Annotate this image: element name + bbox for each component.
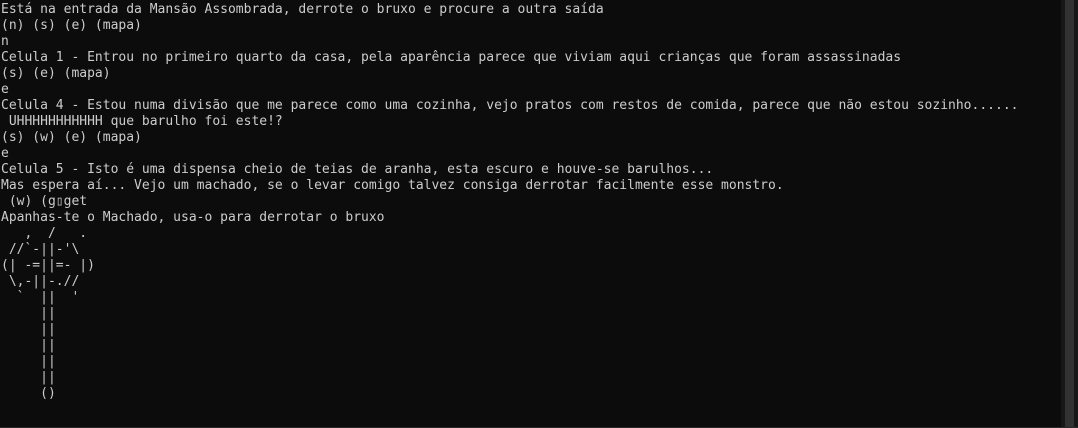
console-line: Mas espera aí... Vejo um machado, se o l… <box>1 178 784 193</box>
ascii-axe-line: \,-||-.// <box>1 274 80 289</box>
vertical-scrollbar[interactable] <box>1061 0 1078 428</box>
ascii-axe-line: || <box>1 322 56 337</box>
scrollbar-thumb[interactable] <box>1065 0 1074 428</box>
console-line: Celula 4 - Estou numa divisão que me par… <box>1 98 1019 113</box>
ascii-axe-line: || <box>1 306 56 321</box>
ascii-axe-line: ` || ' <box>1 290 80 305</box>
ascii-axe-line: //`-||-'\ <box>1 242 80 257</box>
ascii-axe-line: , / . <box>1 226 88 241</box>
console-output: Está na entrada da Mansão Assombrada, de… <box>1 2 1060 402</box>
console-line: (s) (w) (e) (mapa) <box>1 130 142 145</box>
console-line: (w) (g▯get <box>1 194 88 209</box>
console-line: (n) (s) (e) (mapa) <box>1 18 142 33</box>
console-line: n <box>1 34 9 49</box>
ascii-axe-line: || <box>1 354 56 369</box>
console-line: Está na entrada da Mansão Assombrada, de… <box>1 2 604 17</box>
console-line: Celula 5 - Isto é uma dispensa cheio de … <box>1 162 714 177</box>
console-line: Apanhas-te o Machado, usa-o para derrota… <box>1 210 385 225</box>
console-line: (s) (e) (mapa) <box>1 66 111 81</box>
ascii-axe-line: (| -=||=- |) <box>1 258 95 273</box>
console-line: UHHHHHHHHHHH que barulho foi este!? <box>1 114 283 129</box>
ascii-axe-line: || <box>1 338 56 353</box>
ascii-axe-line: () <box>1 386 56 401</box>
console-line: e <box>1 146 9 161</box>
ascii-axe-line: || <box>1 370 56 385</box>
console-line: Celula 1 - Entrou no primeiro quarto da … <box>1 50 902 65</box>
console-line: e <box>1 82 9 97</box>
console-window[interactable]: Está na entrada da Mansão Assombrada, de… <box>0 0 1078 428</box>
